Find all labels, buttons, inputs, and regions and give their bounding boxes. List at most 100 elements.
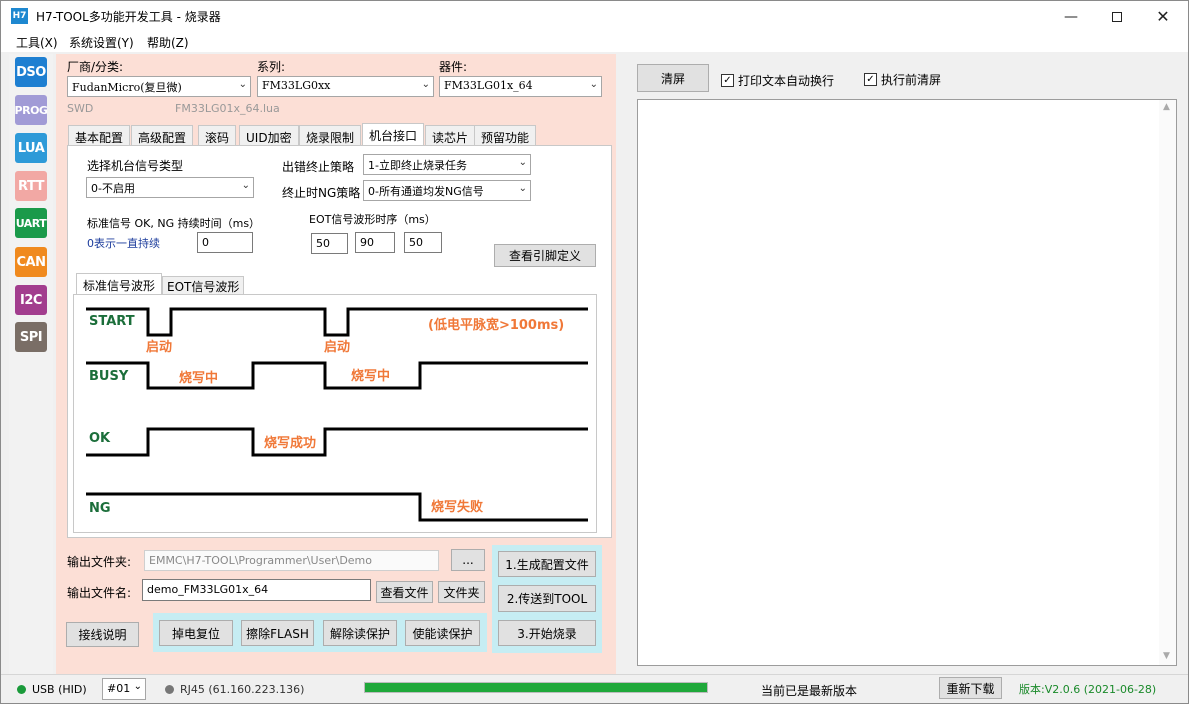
- chevron-down-icon: ⌄: [589, 79, 598, 90]
- usb-status-text: USB (HID): [32, 683, 87, 696]
- tab-std-wave[interactable]: 标准信号波形: [76, 273, 163, 295]
- tab-rolling-code[interactable]: 滚码: [198, 125, 237, 147]
- wiring-guide-button[interactable]: 接线说明: [66, 622, 139, 647]
- maximize-icon: [1112, 11, 1122, 22]
- minimize-button[interactable]: —: [1048, 1, 1094, 32]
- sidebar-prog-button[interactable]: PROG: [15, 95, 48, 125]
- update-status-text: 当前已是最新版本: [761, 684, 858, 698]
- part-select[interactable]: FM33LG01x_64 ⌄: [439, 76, 602, 97]
- eot-time-2-input[interactable]: 90: [355, 232, 395, 253]
- open-folder-button[interactable]: 文件夹: [438, 581, 485, 603]
- start-note-2: 启动: [324, 340, 351, 355]
- sidebar-can-button[interactable]: CAN: [15, 247, 47, 277]
- close-button[interactable]: ✕: [1140, 1, 1186, 32]
- ng-note: 烧写失败: [431, 500, 484, 515]
- erase-flash-button[interactable]: 擦除FLASH: [241, 620, 314, 646]
- window-title: H7-TOOL多功能开发工具 - 烧录器: [36, 10, 221, 24]
- menu-help[interactable]: 帮助(Z): [147, 34, 189, 51]
- tab-basic[interactable]: 基本配置: [68, 125, 131, 147]
- signal-ng-label: NG: [89, 501, 111, 516]
- tab-reserved[interactable]: 预留功能: [474, 125, 537, 147]
- log-output-area[interactable]: ▲ ▼: [637, 99, 1177, 666]
- usb-status-icon: [17, 685, 26, 694]
- scroll-down-icon[interactable]: ▼: [1163, 651, 1170, 661]
- usb-status: USB (HID): [17, 683, 87, 696]
- wrap-checkbox[interactable]: ✓ 打印文本自动换行: [721, 72, 834, 89]
- generate-config-button[interactable]: 1.生成配置文件: [498, 551, 596, 577]
- signal-type-select[interactable]: 0-不启用 ⌄: [86, 177, 254, 198]
- menu-bar: 工具(X) 系统设置(Y) 帮助(Z): [1, 32, 1188, 52]
- browse-folder-button[interactable]: ...: [451, 549, 485, 571]
- rj45-status-icon: [165, 685, 174, 694]
- tab-eot-wave[interactable]: EOT信号波形: [162, 276, 245, 295]
- ng-policy-select[interactable]: 0-所有通道均发NG信号 ⌄: [363, 180, 531, 201]
- tab-burn-limit[interactable]: 烧录限制: [299, 125, 362, 147]
- minimize-icon: —: [1064, 8, 1078, 25]
- sidebar-dso-button[interactable]: DSO: [15, 57, 47, 87]
- title-bar: H7 H7-TOOL多功能开发工具 - 烧录器 — ✕: [1, 1, 1188, 32]
- vendor-select[interactable]: FudanMicro(复旦微) ⌄: [67, 76, 251, 97]
- waveform-panel: START BUSY OK NG 启动 启动 (低电平脉宽>100ms) 烧写中…: [73, 294, 597, 533]
- chevron-down-icon: ⌄: [518, 183, 527, 194]
- eot-time-1-input[interactable]: 50: [311, 233, 348, 254]
- tab-uid-encrypt[interactable]: UID加密: [239, 125, 299, 147]
- output-folder-label: 输出文件夹:: [67, 555, 132, 569]
- part-value: FM33LG01x_64: [444, 79, 533, 92]
- view-pin-button[interactable]: 查看引脚定义: [494, 244, 596, 267]
- start-burn-button[interactable]: 3.开始烧录: [498, 620, 596, 646]
- channel-select[interactable]: #01 ⌄: [102, 678, 146, 700]
- series-value: FM33LG0xx: [262, 79, 331, 92]
- tab-machine-interface[interactable]: 机台接口: [362, 123, 425, 147]
- sidebar-lua-button[interactable]: LUA: [15, 133, 47, 163]
- busy-note-1: 烧写中: [179, 371, 219, 386]
- output-name-label: 输出文件名:: [67, 586, 132, 600]
- vendor-label: 厂商/分类:: [67, 60, 124, 74]
- redownload-button[interactable]: 重新下载: [939, 677, 1002, 699]
- eot-label: EOT信号波形时序（ms）: [309, 213, 436, 226]
- series-label: 系列:: [257, 60, 286, 74]
- std-time-input[interactable]: 0: [197, 232, 253, 253]
- sidebar: DSO PROG LUA RTT UART CAN I2C SPI: [9, 54, 53, 674]
- unlock-read-protect-button[interactable]: 解除读保护: [323, 620, 397, 646]
- sidebar-uart-button[interactable]: UART: [15, 208, 47, 238]
- log-scrollbar[interactable]: ▲ ▼: [1159, 100, 1176, 665]
- sidebar-i2c-button[interactable]: I2C: [15, 285, 47, 315]
- series-select[interactable]: FM33LG0xx ⌄: [257, 76, 434, 97]
- status-bar: USB (HID) #01 ⌄ RJ45 (61.160.223.136) 当前…: [1, 674, 1188, 703]
- menu-tools[interactable]: 工具(X): [16, 34, 58, 51]
- pulse-note: (低电平脉宽>100ms): [428, 318, 565, 333]
- rj45-status: RJ45 (61.160.223.136): [165, 683, 304, 696]
- interface-text: SWD: [67, 102, 94, 115]
- config-tabs: 基本配置 高级配置 滚码 UID加密 烧录限制 机台接口 读芯片 预留功能: [68, 123, 612, 147]
- maximize-button[interactable]: [1094, 1, 1140, 32]
- download-progress-fill: [365, 683, 707, 692]
- clear-screen-button[interactable]: 清屏: [637, 64, 709, 92]
- rj45-status-text: RJ45 (61.160.223.136): [180, 683, 305, 696]
- wrap-checkmark-icon: ✓: [721, 74, 734, 87]
- error-policy-label: 出错终止策略: [282, 160, 355, 174]
- send-to-tool-button[interactable]: 2.传送到TOOL: [498, 585, 596, 612]
- app-window: H7 H7-TOOL多功能开发工具 - 烧录器 — ✕ 工具(X) 系统设置(Y…: [0, 0, 1189, 704]
- menu-settings[interactable]: 系统设置(Y): [69, 34, 134, 51]
- output-name-input[interactable]: demo_FM33LG01x_64: [142, 579, 371, 601]
- sidebar-spi-button[interactable]: SPI: [15, 322, 47, 352]
- channel-value: #01: [107, 682, 131, 695]
- close-icon: ✕: [1156, 7, 1170, 26]
- tab-read-chip[interactable]: 读芯片: [425, 125, 476, 147]
- power-reset-button[interactable]: 掉电复位: [159, 620, 233, 646]
- eot-time-3-input[interactable]: 50: [404, 232, 442, 253]
- output-folder-input[interactable]: EMMC\H7-TOOL\Programmer\User\Demo: [144, 550, 439, 571]
- tab-advanced[interactable]: 高级配置: [131, 125, 194, 147]
- clear-before-checkbox[interactable]: ✓ 执行前清屏: [864, 71, 941, 88]
- wrap-label: 打印文本自动换行: [738, 74, 835, 88]
- enable-read-protect-button[interactable]: 使能读保护: [405, 620, 480, 646]
- view-file-button[interactable]: 查看文件: [376, 581, 433, 603]
- part-label: 器件:: [439, 60, 468, 74]
- scroll-up-icon[interactable]: ▲: [1163, 102, 1170, 112]
- std-time-hint: 0表示一直持续: [87, 237, 160, 250]
- ng-policy-value: 0-所有通道均发NG信号: [368, 185, 484, 198]
- sidebar-rtt-button[interactable]: RTT: [15, 171, 47, 201]
- error-policy-select[interactable]: 1-立即终止烧录任务 ⌄: [363, 154, 531, 175]
- chevron-down-icon: ⌄: [238, 79, 247, 90]
- app-icon: H7: [11, 8, 28, 24]
